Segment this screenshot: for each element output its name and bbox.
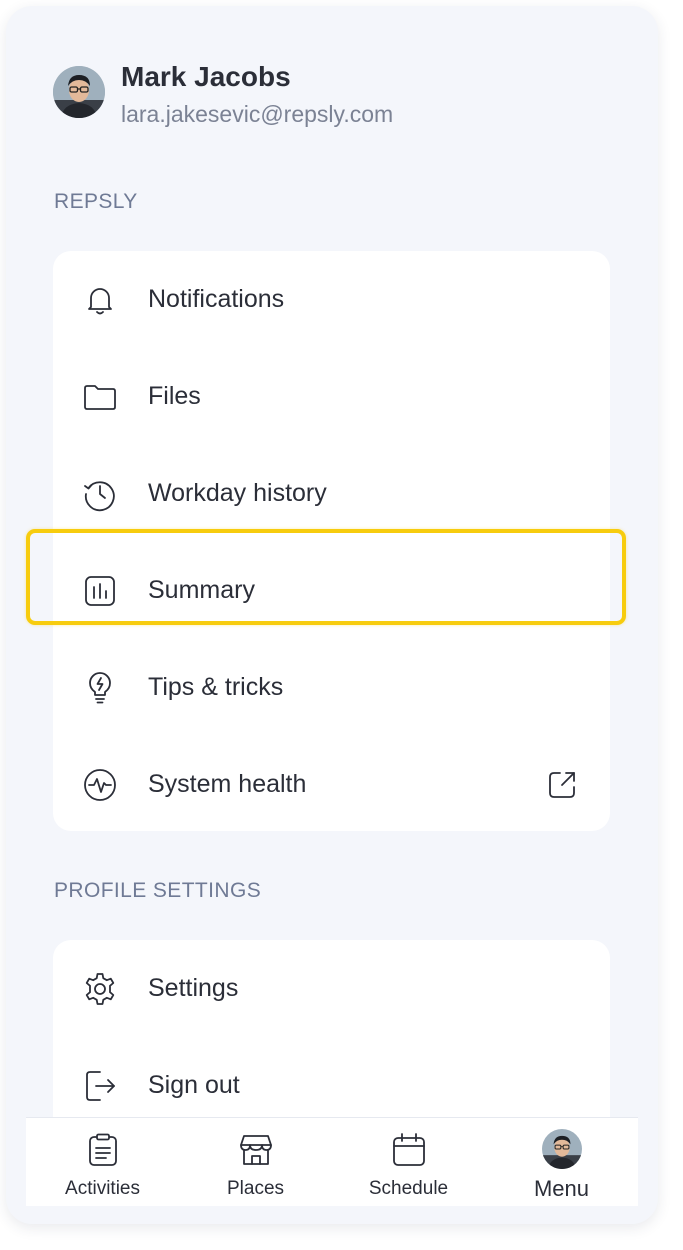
menu-item-summary[interactable]: Summary	[53, 542, 610, 639]
menu-item-files[interactable]: Files	[53, 348, 610, 445]
menu-item-label: Notifications	[148, 285, 285, 313]
menu-item-settings[interactable]: Settings	[53, 940, 610, 1037]
profile-name: Mark Jacobs	[121, 61, 291, 92]
profile-email: lara.jakesevic@repsly.com	[121, 101, 394, 127]
calendar-icon	[391, 1132, 427, 1168]
menu-item-label: Sign out	[148, 1071, 240, 1099]
sign-out-icon	[82, 1068, 118, 1104]
bell-icon	[82, 282, 118, 318]
tab-label: Menu	[533, 1176, 590, 1201]
tab-activities[interactable]: Activities	[26, 1118, 179, 1206]
avatar	[541, 1129, 582, 1169]
tab-label: Activities	[65, 1178, 140, 1199]
external-link-icon[interactable]	[546, 769, 578, 801]
menu-item-system-health[interactable]: System health	[53, 736, 610, 833]
clipboard-icon	[85, 1132, 121, 1168]
tab-places[interactable]: Places	[179, 1118, 332, 1206]
menu-item-label: Tips & tricks	[148, 673, 284, 701]
pulse-icon	[82, 767, 118, 803]
avatar	[53, 66, 105, 118]
tab-menu[interactable]: Menu	[485, 1118, 638, 1206]
menu-item-label: Files	[148, 382, 201, 410]
section-title-profile-settings: PROFILE SETTINGS	[54, 879, 262, 902]
section-title-repsly: REPSLY	[54, 190, 138, 213]
menu-item-label: Workday history	[148, 479, 327, 507]
store-icon	[238, 1132, 274, 1168]
tab-label: Schedule	[368, 1178, 449, 1199]
tab-schedule[interactable]: Schedule	[332, 1118, 485, 1206]
menu-item-notifications[interactable]: Notifications	[53, 251, 610, 348]
menu-item-label: Settings	[148, 974, 239, 1002]
history-icon	[82, 476, 118, 512]
menu-item-label: System health	[148, 770, 307, 798]
menu-item-workday-history[interactable]: Workday history	[53, 445, 610, 542]
bottom-tab-bar: Activities Places Schedule Menu	[26, 1117, 638, 1206]
gear-icon	[82, 971, 118, 1007]
folder-icon	[82, 379, 118, 415]
profile-header[interactable]: Mark Jacobs lara.jakesevic@repsly.com	[53, 61, 613, 127]
menu-item-label: Summary	[148, 576, 255, 604]
app-screen: Mark Jacobs lara.jakesevic@repsly.com RE…	[6, 6, 658, 1224]
tab-label: Places	[226, 1178, 285, 1199]
menu-item-tips-tricks[interactable]: Tips & tricks	[53, 639, 610, 736]
repsly-menu-card: Notifications Files Workday history Summ…	[53, 251, 610, 831]
chart-icon	[82, 573, 118, 609]
lightbulb-icon	[82, 670, 118, 706]
